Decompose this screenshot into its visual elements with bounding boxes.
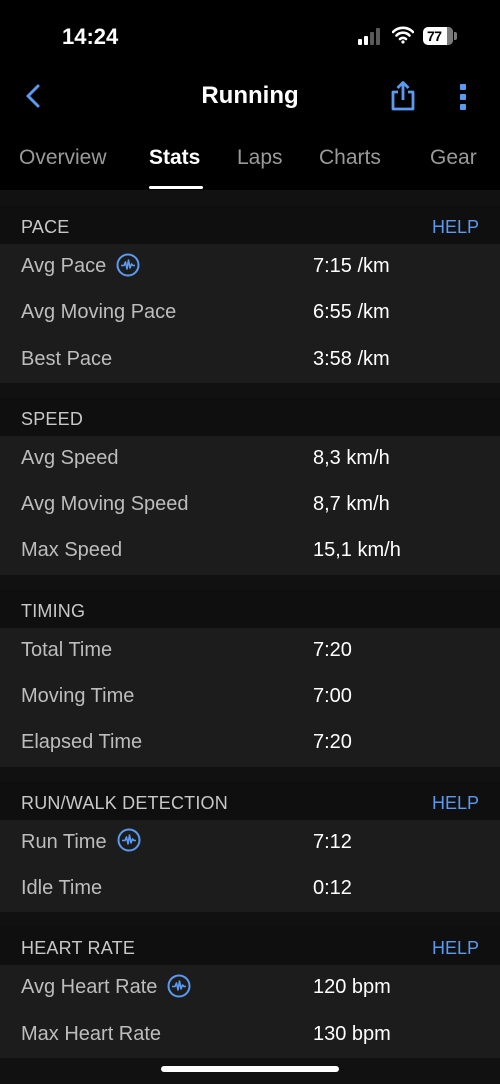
stat-value: 6:55 /km [313, 301, 390, 324]
stat-label: Avg Moving Pace [21, 301, 177, 324]
battery-nub [454, 32, 457, 40]
stat-value: 7:20 [313, 638, 352, 661]
section-header-timing: TIMING [0, 588, 500, 628]
stat-label: Total Time [21, 638, 113, 661]
stat-row: Avg Moving Pace 6:55 /km [0, 290, 500, 336]
chevron-left-icon[interactable] [22, 82, 46, 110]
stat-label: Avg Moving Speed [21, 493, 189, 516]
stat-value: 8,7 km/h [313, 493, 390, 516]
stat-value: 7:12 [313, 830, 352, 853]
section-title: HEART RATE [21, 938, 136, 959]
status-time: 14:24 [62, 24, 119, 49]
help-link[interactable]: HELP [432, 217, 479, 238]
stat-row: Avg Speed 8,3 km/h [0, 436, 500, 482]
section-header-heart-rate: HEART RATE HELP [0, 926, 500, 966]
stat-label: Avg Heart Rate [21, 974, 191, 999]
wifi-icon [392, 26, 414, 44]
stat-label: Best Pace [21, 347, 113, 370]
top-bar: 14:24 77 Running Overview Stats Laps Cha… [0, 0, 500, 190]
more-vertical-icon[interactable] [455, 82, 471, 112]
stat-label: Elapsed Time [21, 731, 143, 754]
section-title: PACE [21, 217, 70, 237]
cellular-signal-icon [358, 28, 384, 45]
help-link[interactable]: HELP [432, 793, 479, 814]
tab-overview[interactable]: Overview [19, 146, 107, 170]
nav-bar: Running [0, 60, 500, 130]
section-header-speed: SPEED [0, 396, 500, 436]
section-title: TIMING [21, 600, 86, 621]
section-rows-timing: Total Time 7:20 Moving Time 7:00 Elapsed… [0, 627, 500, 767]
tab-laps[interactable]: Laps [237, 146, 283, 170]
stat-row: Idle Time 0:12 [0, 866, 500, 912]
stat-label: Max Heart Rate [21, 1022, 162, 1045]
section-rows-speed: Avg Speed 8,3 km/h Avg Moving Speed 8,7 … [0, 435, 500, 575]
active-tab-indicator [149, 186, 203, 189]
stat-value: 7:00 [313, 685, 352, 708]
tab-stats[interactable]: Stats [149, 146, 200, 170]
stat-row: Avg Heart Rate 120 bpm [0, 965, 500, 1011]
pulse-chart-icon[interactable] [117, 828, 141, 852]
stat-row: Total Time 7:20 [0, 628, 500, 674]
stat-label: Moving Time [21, 685, 135, 708]
stat-label: Idle Time [21, 876, 103, 899]
section-title: SPEED [21, 408, 84, 429]
stat-value: 130 bpm [313, 1022, 391, 1045]
stat-row: Run Time 7:12 [0, 820, 500, 866]
share-icon[interactable] [390, 80, 416, 112]
battery-icon: 77 [423, 27, 453, 45]
pulse-chart-icon[interactable] [167, 974, 191, 998]
stat-row: Best Pace 3:58 /km [0, 337, 500, 383]
stat-value: 7:15 /km [313, 255, 390, 277]
status-bar: 14:24 77 [0, 0, 500, 60]
tab-gear[interactable]: Gear [430, 146, 477, 170]
stat-label: Run Time [21, 828, 141, 854]
help-link[interactable]: HELP [432, 938, 479, 959]
battery-level: 77 [427, 28, 442, 44]
stat-value: 3:58 /km [313, 347, 390, 370]
stat-value: 120 bpm [313, 976, 391, 999]
section-rows-heart-rate: Avg Heart Rate 120 bpm Max Heart Rate 13… [0, 965, 500, 1058]
stat-row: Moving Time 7:00 [0, 674, 500, 720]
section-title: RUN/WALK DETECTION [21, 792, 228, 813]
stat-value: 8,3 km/h [313, 446, 390, 469]
section-rows-pace: Avg Pace 7:15 /km Avg Moving Pace 6:55 /… [0, 244, 500, 383]
page-title: Running [201, 82, 299, 109]
stat-label: Max Speed [21, 539, 123, 562]
section-header-run-walk: RUN/WALK DETECTION HELP [0, 780, 500, 820]
stat-row: Elapsed Time 7:20 [0, 720, 500, 766]
stat-label: Avg Pace [21, 253, 140, 278]
stats-content[interactable]: PACE HELP Avg Pace 7:15 /km Avg Moving P… [0, 190, 500, 1058]
stat-value: 15,1 km/h [313, 539, 401, 562]
stat-row: Avg Moving Speed 8,7 km/h [0, 482, 500, 528]
stat-row: Avg Pace 7:15 /km [0, 244, 500, 290]
stat-label: Avg Speed [21, 446, 119, 469]
tab-charts[interactable]: Charts [319, 146, 381, 170]
stat-value: 0:12 [313, 876, 352, 899]
stat-value: 7:20 [313, 731, 352, 754]
section-header-pace: PACE HELP [0, 205, 500, 244]
section-rows-run-walk: Run Time 7:12 Idle Time 0:12 [0, 819, 500, 913]
home-indicator[interactable] [161, 1066, 339, 1072]
tab-bar: Overview Stats Laps Charts Gear [0, 130, 500, 190]
pulse-chart-icon[interactable] [116, 253, 140, 277]
stat-row: Max Speed 15,1 km/h [0, 528, 500, 574]
stat-row: Max Heart Rate 130 bpm [0, 1012, 500, 1058]
